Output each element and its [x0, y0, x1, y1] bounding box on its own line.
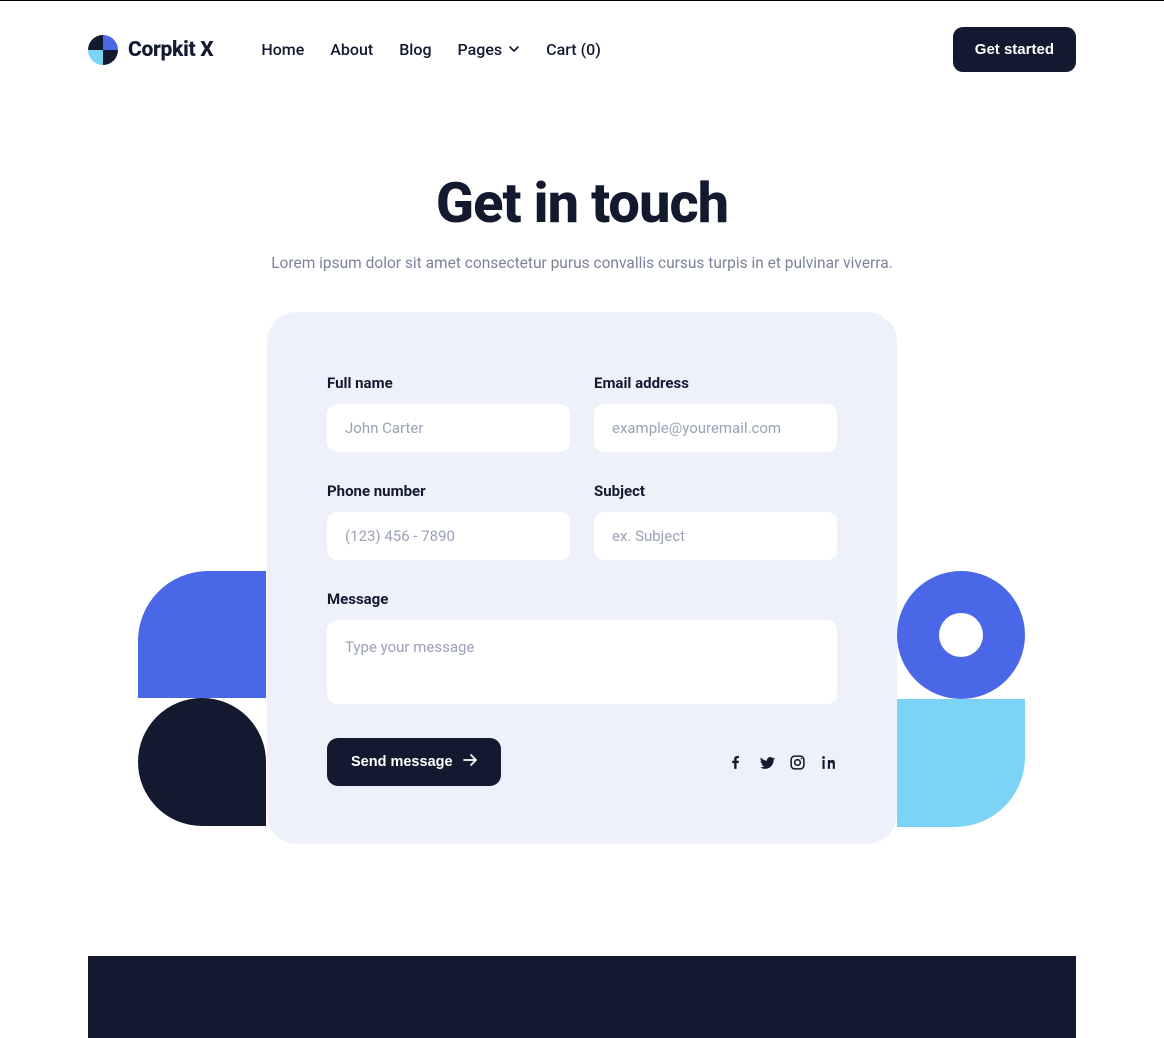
phone-label: Phone number	[327, 482, 570, 500]
main-nav: Home About Blog Pages Cart (0)	[261, 40, 600, 59]
header-left: Corpkit X Home About Blog Pages Cart (0)	[88, 35, 601, 65]
form-grid: Full name Email address Phone number Sub…	[327, 374, 837, 704]
get-started-button[interactable]: Get started	[953, 27, 1076, 72]
nav-cart[interactable]: Cart (0)	[546, 40, 601, 59]
message-label: Message	[327, 590, 837, 608]
linkedin-icon[interactable]	[820, 754, 837, 771]
phone-input[interactable]	[327, 512, 570, 560]
nav-pages[interactable]: Pages	[458, 40, 521, 59]
subject-input[interactable]	[594, 512, 837, 560]
full-name-input[interactable]	[327, 404, 570, 452]
full-name-group: Full name	[327, 374, 570, 452]
subject-group: Subject	[594, 482, 837, 560]
logo-icon	[88, 35, 118, 65]
twitter-icon[interactable]	[758, 754, 775, 771]
chevron-down-icon	[508, 40, 520, 59]
nav-pages-label: Pages	[458, 40, 503, 59]
contact-section: Full name Email address Phone number Sub…	[0, 312, 1164, 956]
nav-home[interactable]: Home	[261, 40, 304, 59]
form-footer: Send message	[327, 738, 837, 786]
decorative-shape	[897, 699, 1025, 827]
social-links	[727, 754, 837, 771]
nav-blog[interactable]: Blog	[399, 40, 431, 59]
footer-bar	[88, 956, 1076, 1038]
header: Corpkit X Home About Blog Pages Cart (0)…	[0, 1, 1164, 98]
email-input[interactable]	[594, 404, 837, 452]
arrow-right-icon	[463, 754, 477, 770]
send-message-button[interactable]: Send message	[327, 738, 501, 786]
message-group: Message	[327, 590, 837, 704]
decorative-shape	[897, 571, 1025, 699]
message-input[interactable]	[327, 620, 837, 704]
page-subtitle: Lorem ipsum dolor sit amet consectetur p…	[0, 254, 1164, 272]
logo[interactable]: Corpkit X	[88, 35, 213, 65]
instagram-icon[interactable]	[789, 754, 806, 771]
phone-group: Phone number	[327, 482, 570, 560]
decorative-shape	[138, 571, 266, 698]
send-button-label: Send message	[351, 754, 453, 770]
brand-name: Corpkit X	[128, 38, 213, 62]
decorative-shape	[138, 698, 266, 826]
subject-label: Subject	[594, 482, 837, 500]
page-title: Get in touch	[0, 170, 1164, 236]
hero: Get in touch Lorem ipsum dolor sit amet …	[0, 98, 1164, 312]
contact-form-card: Full name Email address Phone number Sub…	[267, 312, 897, 844]
facebook-icon[interactable]	[727, 754, 744, 771]
email-label: Email address	[594, 374, 837, 392]
email-group: Email address	[594, 374, 837, 452]
full-name-label: Full name	[327, 374, 570, 392]
nav-about[interactable]: About	[330, 40, 373, 59]
